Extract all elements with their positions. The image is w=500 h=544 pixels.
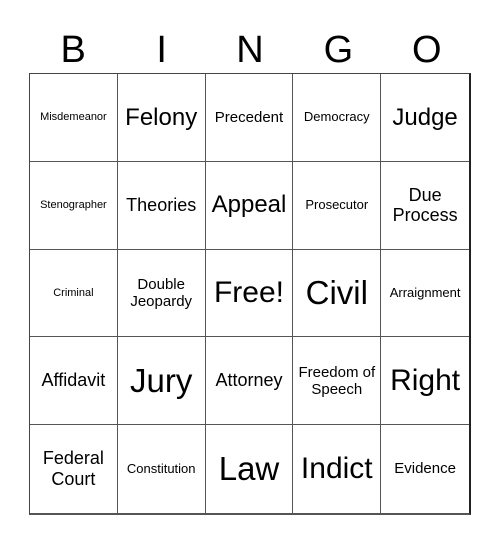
header-letter-g: G <box>323 29 354 71</box>
bingo-cell[interactable]: Judge <box>381 74 469 162</box>
header-letter-n: N <box>236 29 264 71</box>
bingo-cell[interactable]: Double Jeopardy <box>117 249 206 338</box>
bingo-cell[interactable]: Indict <box>293 425 382 513</box>
bingo-cell[interactable]: Felony <box>117 74 206 162</box>
bingo-cell[interactable]: Evidence <box>381 425 469 513</box>
bingo-cell[interactable]: Federal Court <box>30 425 118 513</box>
bingo-cell[interactable]: Right <box>381 337 469 426</box>
header-letter-i: I <box>156 29 167 71</box>
bingo-cell[interactable]: Appeal <box>205 161 294 250</box>
bingo-cell[interactable]: Constitution <box>118 425 206 513</box>
bingo-cell[interactable]: Jury <box>117 337 206 426</box>
bingo-cell[interactable]: Freedom of Speech <box>293 337 382 426</box>
bingo-cell[interactable]: Stenographer <box>30 161 118 250</box>
bingo-cell[interactable]: Prosecutor <box>293 161 382 250</box>
bingo-grid: Misdemeanor Felony Precedent Democracy Judge… <box>29 73 471 515</box>
bingo-cell[interactable]: Criminal <box>30 249 118 338</box>
header-letter-o: O <box>412 29 442 71</box>
bingo-cell[interactable]: Affidavit <box>30 337 118 426</box>
bingo-cell[interactable]: Precedent <box>205 74 294 162</box>
bingo-cell[interactable]: Theories <box>117 161 206 250</box>
bingo-cell[interactable]: Due Process <box>381 162 469 250</box>
bingo-cell[interactable]: Misdemeanor <box>30 74 118 162</box>
bingo-cell[interactable]: Law <box>206 425 294 513</box>
bingo-cell[interactable]: Attorney <box>205 337 294 426</box>
bingo-header: B I N G O <box>29 27 471 73</box>
bingo-cell[interactable]: Democracy <box>293 74 382 162</box>
header-letter-b: B <box>60 29 86 71</box>
bingo-cell[interactable]: Arraignment <box>381 250 469 338</box>
free-space-cell[interactable]: Free! <box>205 249 294 338</box>
bingo-cell[interactable]: Civil <box>293 249 382 338</box>
